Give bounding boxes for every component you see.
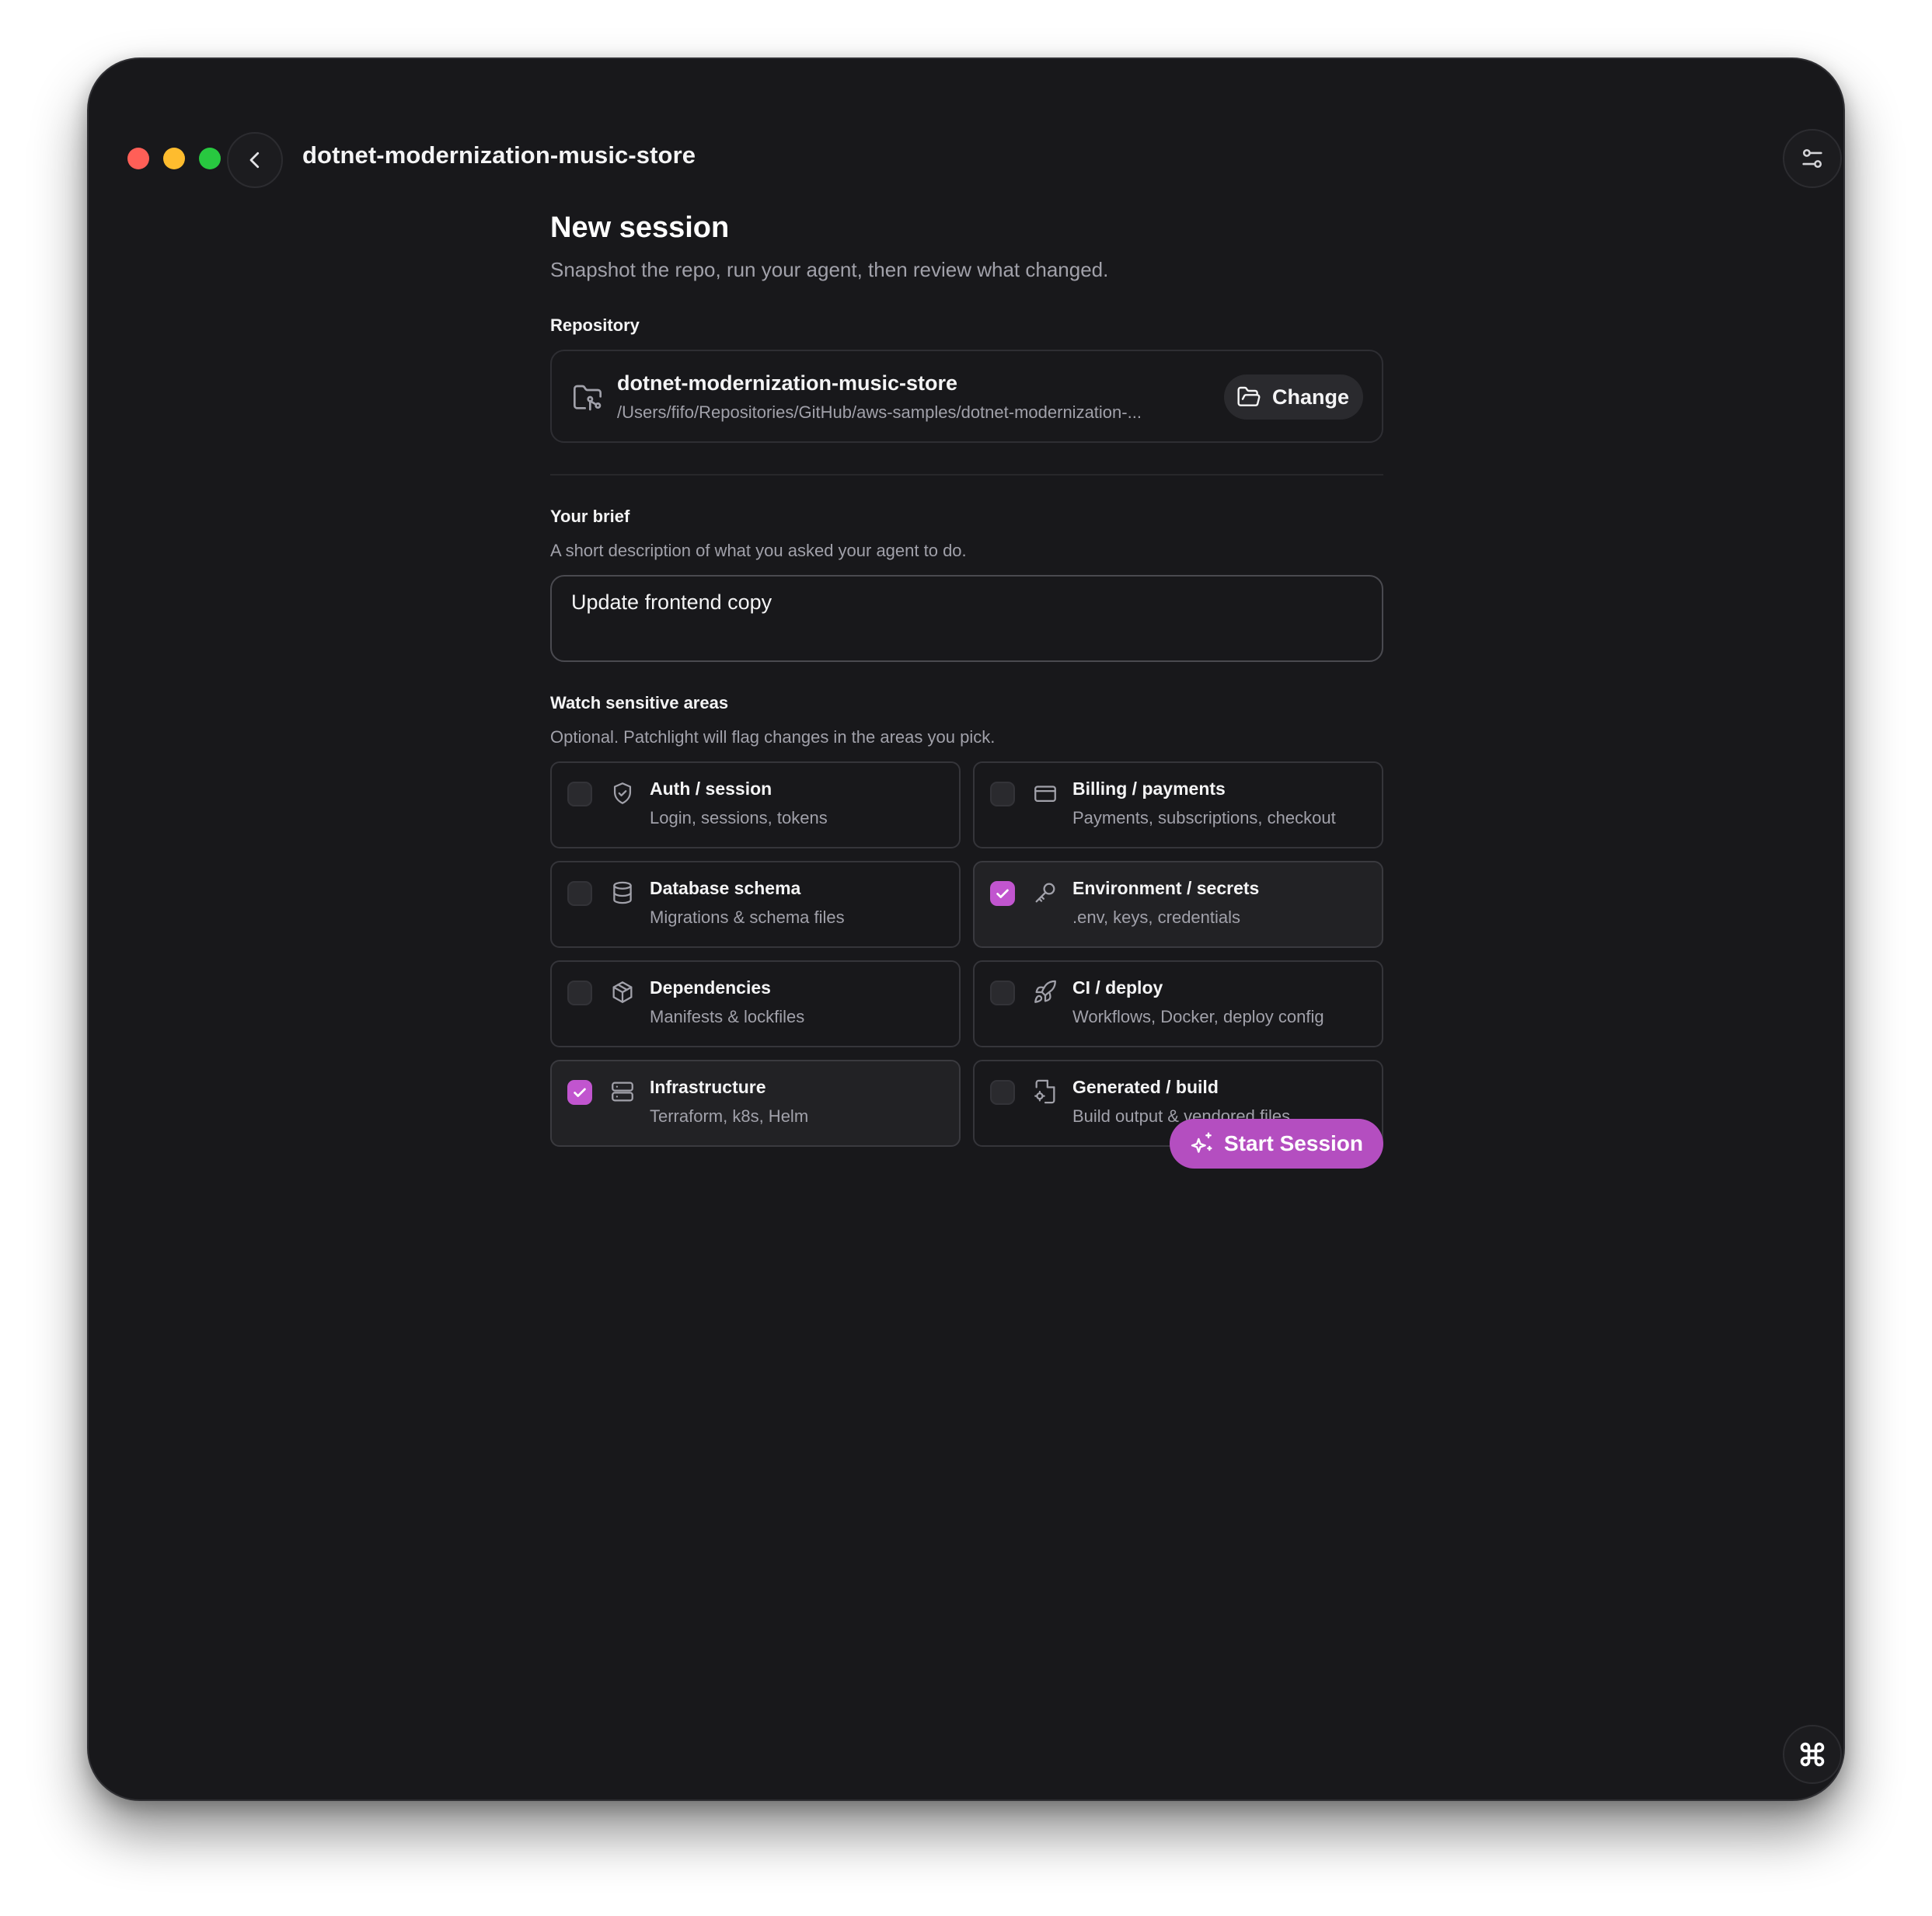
area-description: Terraform, k8s, Helm xyxy=(650,1106,809,1126)
checkmark-icon xyxy=(574,1088,586,1097)
area-checkbox-checked[interactable] xyxy=(990,881,1015,906)
area-dependencies[interactable]: Dependencies Manifests & lockfiles xyxy=(550,960,961,1047)
file-cog-icon xyxy=(1034,1079,1055,1104)
close-window-button[interactable] xyxy=(127,148,149,169)
settings-button[interactable] xyxy=(1783,129,1842,188)
area-title: Generated / build xyxy=(1072,1077,1219,1097)
page-subtitle: Snapshot the repo, run your agent, then … xyxy=(550,258,1109,281)
chevron-left-icon xyxy=(249,152,260,169)
rocket-icon xyxy=(1034,980,1056,1003)
command-icon xyxy=(1800,1742,1825,1767)
repository-label: Repository xyxy=(550,315,640,335)
area-description: Payments, subscriptions, checkout xyxy=(1072,808,1336,827)
area-checkbox[interactable] xyxy=(990,782,1015,806)
back-button[interactable] xyxy=(227,132,283,188)
area-checkbox[interactable] xyxy=(567,981,592,1005)
area-auth-session[interactable]: Auth / session Login, sessions, tokens xyxy=(550,761,961,848)
database-icon xyxy=(613,881,632,904)
area-checkbox[interactable] xyxy=(567,881,592,906)
area-environment-secrets[interactable]: Environment / secrets .env, keys, creden… xyxy=(973,861,1383,948)
brief-help: A short description of what you asked yo… xyxy=(550,541,967,560)
area-ci-deploy[interactable]: CI / deploy Workflows, Docker, deploy co… xyxy=(973,960,1383,1047)
area-description: Manifests & lockfiles xyxy=(650,1007,805,1026)
window-title: dotnet-modernization-music-store xyxy=(302,141,696,169)
repository-name: dotnet-modernization-music-store xyxy=(617,371,958,395)
app-window: dotnet-modernization-music-store New ses… xyxy=(87,57,1845,1801)
area-description: Login, sessions, tokens xyxy=(650,808,828,827)
key-icon xyxy=(1035,883,1055,903)
zoom-window-button[interactable] xyxy=(199,148,221,169)
repository-path: /Users/fifo/Repositories/GitHub/aws-samp… xyxy=(617,402,1142,422)
area-description: Workflows, Docker, deploy config xyxy=(1072,1007,1324,1026)
area-title: Infrastructure xyxy=(650,1077,766,1097)
start-session-button[interactable]: Start Session xyxy=(1170,1119,1383,1169)
command-menu-button[interactable] xyxy=(1783,1725,1842,1784)
minimize-window-button[interactable] xyxy=(163,148,185,169)
server-icon xyxy=(612,1082,633,1102)
area-checkbox-checked[interactable] xyxy=(567,1080,592,1105)
change-label: Change xyxy=(1271,385,1349,409)
credit-card-icon xyxy=(1034,786,1056,803)
area-billing-payments[interactable]: Billing / payments Payments, subscriptio… xyxy=(973,761,1383,848)
area-title: Environment / secrets xyxy=(1072,878,1260,898)
page-title: New session xyxy=(550,211,730,244)
package-icon xyxy=(612,981,633,1003)
brief-label: Your brief xyxy=(550,507,630,526)
sensitive-areas-help: Optional. Patchlight will flag changes i… xyxy=(550,727,996,747)
area-description: Migrations & schema files xyxy=(650,907,845,927)
area-description: .env, keys, credentials xyxy=(1072,907,1241,927)
brief-input[interactable]: Update frontend copy xyxy=(550,575,1383,662)
shield-check-icon xyxy=(613,782,632,804)
area-checkbox[interactable] xyxy=(990,981,1015,1005)
folder-open-icon xyxy=(1237,386,1261,406)
area-title: Auth / session xyxy=(650,779,772,799)
area-checkbox[interactable] xyxy=(567,782,592,806)
change-repository-button[interactable]: Change xyxy=(1223,374,1363,420)
checkmark-icon xyxy=(996,889,1009,898)
area-checkbox[interactable] xyxy=(990,1080,1015,1105)
area-database-schema[interactable]: Database schema Migrations & schema file… xyxy=(550,861,961,948)
section-divider xyxy=(550,474,1383,476)
area-title: Billing / payments xyxy=(1072,779,1226,799)
area-title: Dependencies xyxy=(650,977,771,998)
sensitive-areas-label: Watch sensitive areas xyxy=(550,693,729,712)
area-title: CI / deploy xyxy=(1072,977,1163,998)
sparkles-icon xyxy=(1191,1132,1212,1153)
area-infrastructure[interactable]: Infrastructure Terraform, k8s, Helm xyxy=(550,1060,961,1147)
start-session-label: Start Session xyxy=(1224,1131,1363,1155)
sliders-icon xyxy=(1802,148,1822,169)
area-title: Database schema xyxy=(650,878,801,898)
folder-git-icon xyxy=(572,382,603,417)
repository-card: dotnet-modernization-music-store /Users/… xyxy=(550,350,1383,443)
